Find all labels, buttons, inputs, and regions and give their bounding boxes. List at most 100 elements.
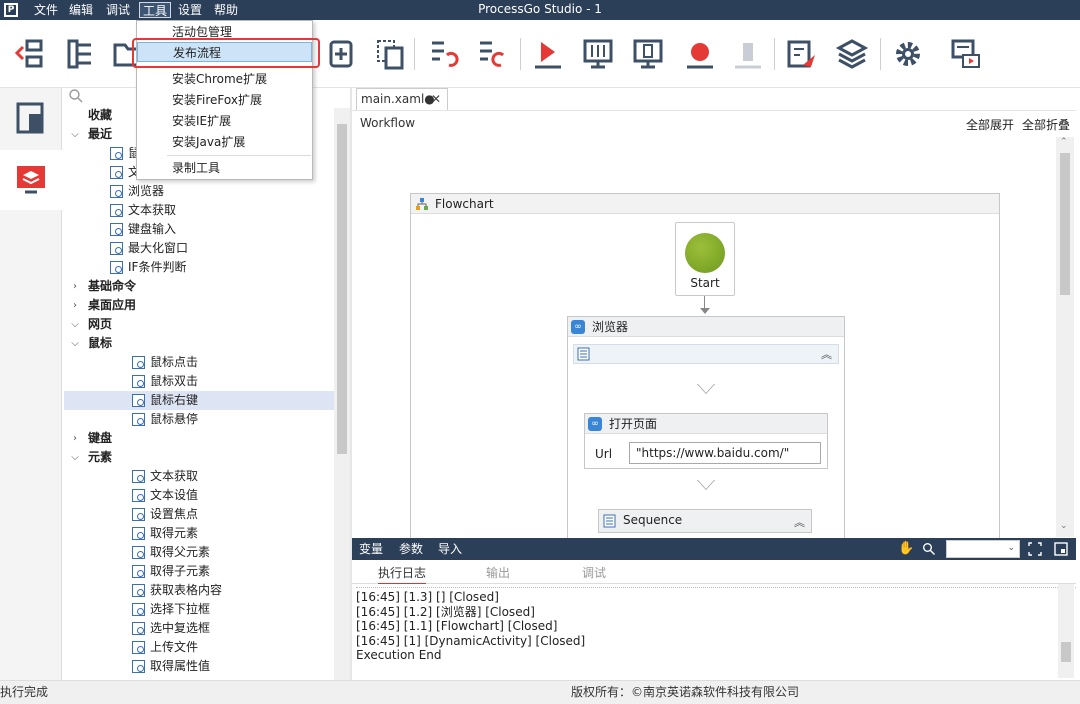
toolbar-button[interactable] xyxy=(888,34,928,74)
tree-item[interactable]: IF条件判断 xyxy=(64,258,334,277)
menu-item-recorder[interactable]: 录制工具 xyxy=(137,158,312,178)
debug-settings-icon xyxy=(583,39,613,69)
browser-activity[interactable]: ∞ 浏览器 ︽ ∞ 打开页面 Url "https://www.baidu.co… xyxy=(567,316,845,546)
hand-icon[interactable]: ✋ xyxy=(898,538,914,560)
start-node[interactable]: Start xyxy=(675,222,735,296)
chevron-down-icon[interactable]: ⌵ xyxy=(70,315,80,334)
tree-item[interactable]: 鼠标双击 xyxy=(64,372,334,391)
toolbar-button[interactable] xyxy=(728,34,768,74)
tree-item[interactable]: 文本获取 xyxy=(64,201,334,220)
menu-item-publish-process[interactable]: 发布流程 xyxy=(137,42,312,62)
search-icon[interactable] xyxy=(922,542,936,556)
flowchart-container[interactable]: Flowchart Start ∞ 浏览器 ︽ ∞ 打开页面 Url "http… xyxy=(410,193,1000,546)
zoom-select[interactable]: ⌄ xyxy=(946,540,1020,558)
tree-item[interactable]: ⌵ 元素 xyxy=(64,448,334,467)
menu-settings[interactable]: 设置 xyxy=(175,2,205,18)
search-icon[interactable] xyxy=(68,88,88,106)
tab-execution-log[interactable]: 执行日志 xyxy=(378,564,427,585)
toolbar-button[interactable] xyxy=(472,34,512,74)
tree-scrollbar[interactable] xyxy=(334,108,350,680)
tree-item[interactable]: 鼠标右键 xyxy=(64,391,334,410)
tree-item[interactable]: 鼠标悬停 xyxy=(64,410,334,429)
tree-item-label: 浏览器 xyxy=(128,184,165,198)
menu-item-install-firefox[interactable]: 安装FireFox扩展 xyxy=(137,90,312,110)
breadcrumb[interactable]: Workflow xyxy=(360,116,415,130)
tab-output[interactable]: 输出 xyxy=(486,564,510,581)
toolbar-button[interactable] xyxy=(782,34,822,74)
tree-item[interactable]: › 键盘 xyxy=(64,429,334,448)
fit-screen-icon[interactable] xyxy=(1028,542,1042,556)
collapse-chevron-icon[interactable]: ︽ xyxy=(794,513,805,533)
tree-item[interactable]: › 桌面应用 xyxy=(64,296,334,315)
tree-item[interactable]: 取得子元素 xyxy=(64,562,334,581)
tree-item[interactable]: 取得属性值 xyxy=(64,657,334,676)
tree-item[interactable]: 浏览器 xyxy=(64,182,334,201)
tab-variables[interactable]: 变量 xyxy=(359,538,383,560)
toolbar-button[interactable] xyxy=(320,34,360,74)
menu-help[interactable]: 帮助 xyxy=(211,2,241,18)
chevron-right-icon[interactable]: › xyxy=(70,296,80,315)
menu-debug[interactable]: 调试 xyxy=(103,2,133,18)
tree-item[interactable]: 文本设值 xyxy=(64,486,334,505)
toolbar-button[interactable] xyxy=(578,34,618,74)
tree-item[interactable]: 设置焦点 xyxy=(64,505,334,524)
tree-item[interactable]: 获取表格内容 xyxy=(64,581,334,600)
designer-scroll-thumb[interactable] xyxy=(1060,153,1070,295)
tree-scroll-thumb[interactable] xyxy=(337,124,347,454)
log-scrollbar[interactable] xyxy=(1058,584,1074,678)
tree-item[interactable]: › 基础命令 xyxy=(64,277,334,296)
menu-item-install-ie[interactable]: 安装IE扩展 xyxy=(137,111,312,131)
overview-icon[interactable] xyxy=(1054,542,1068,556)
tab-imports[interactable]: 导入 xyxy=(438,538,462,560)
tree-item[interactable]: 取得元素 xyxy=(64,524,334,543)
sequence-bar[interactable]: ︽ xyxy=(573,344,839,364)
tree-item[interactable]: 键盘输入 xyxy=(64,220,334,239)
tab-main-xaml[interactable]: main.xaml● ✕ xyxy=(356,88,448,110)
project-panel-button[interactable] xyxy=(0,150,62,210)
tab-arguments[interactable]: 参数 xyxy=(399,538,423,560)
toolbar-button[interactable] xyxy=(628,34,668,74)
scroll-down-icon[interactable]: ⌄ xyxy=(1060,521,1068,531)
expand-all-link[interactable]: 全部展开 xyxy=(966,116,1014,133)
toolbar-button[interactable] xyxy=(680,34,720,74)
toolbar-button[interactable] xyxy=(946,34,986,74)
tab-debug[interactable]: 调试 xyxy=(582,564,606,581)
collapse-chevron-icon[interactable]: ︽ xyxy=(821,346,832,362)
toolbar-button[interactable] xyxy=(528,34,568,74)
chevron-down-icon[interactable]: ⌵ xyxy=(70,334,80,353)
menu-edit[interactable]: 编辑 xyxy=(66,2,96,18)
tree-item[interactable]: 选中复选框 xyxy=(64,619,334,638)
menu-item-package-manager[interactable]: 活动包管理 xyxy=(137,22,312,42)
scroll-up-icon[interactable]: ⌃ xyxy=(1060,137,1068,147)
tree-item[interactable]: ⌵ 鼠标 xyxy=(64,334,334,353)
tree-item[interactable]: 取得父元素 xyxy=(64,543,334,562)
tree-item[interactable]: 选择下拉框 xyxy=(64,600,334,619)
menu-file[interactable]: 文件 xyxy=(31,2,61,18)
toolbox-panel-button[interactable] xyxy=(0,88,62,148)
close-tab-icon[interactable]: ✕ xyxy=(431,89,441,109)
tree-item[interactable]: 文本获取 xyxy=(64,467,334,486)
open-page-activity[interactable]: ∞ 打开页面 Url "https://www.baidu.com/" xyxy=(584,413,828,469)
chevron-right-icon[interactable]: › xyxy=(70,277,80,296)
toolbar-button[interactable] xyxy=(370,34,410,74)
menu-tools[interactable]: 工具 xyxy=(139,2,172,18)
tree-item[interactable]: 鼠标点击 xyxy=(64,353,334,372)
chevron-down-icon[interactable]: ⌵ xyxy=(70,125,80,144)
tree-item[interactable]: 最大化窗口 xyxy=(64,239,334,258)
tree-item[interactable]: ⌵ 网页 xyxy=(64,315,334,334)
collapse-all-link[interactable]: 全部折叠 xyxy=(1022,116,1070,133)
tree-item[interactable]: 上传文件 xyxy=(64,638,334,657)
designer-scrollbar[interactable]: ⌃ ⌄ xyxy=(1056,137,1074,537)
toolbar-button[interactable] xyxy=(10,34,50,74)
menu-item-install-java[interactable]: 安装Java扩展 xyxy=(137,132,312,152)
url-input[interactable]: "https://www.baidu.com/" xyxy=(629,442,821,464)
toolbar-button[interactable] xyxy=(832,34,872,74)
sequence-activity[interactable]: Sequence ︽ xyxy=(598,509,812,533)
chevron-right-icon[interactable]: › xyxy=(70,429,80,448)
toolbar-button[interactable] xyxy=(424,34,464,74)
toolbar-button[interactable] xyxy=(60,34,100,74)
designer-canvas[interactable]: Flowchart Start ∞ 浏览器 ︽ ∞ 打开页面 Url "http… xyxy=(352,137,1056,546)
log-scroll-thumb[interactable] xyxy=(1061,642,1071,662)
menu-item-install-chrome[interactable]: 安装Chrome扩展 xyxy=(137,69,312,89)
chevron-down-icon[interactable]: ⌵ xyxy=(70,448,80,467)
